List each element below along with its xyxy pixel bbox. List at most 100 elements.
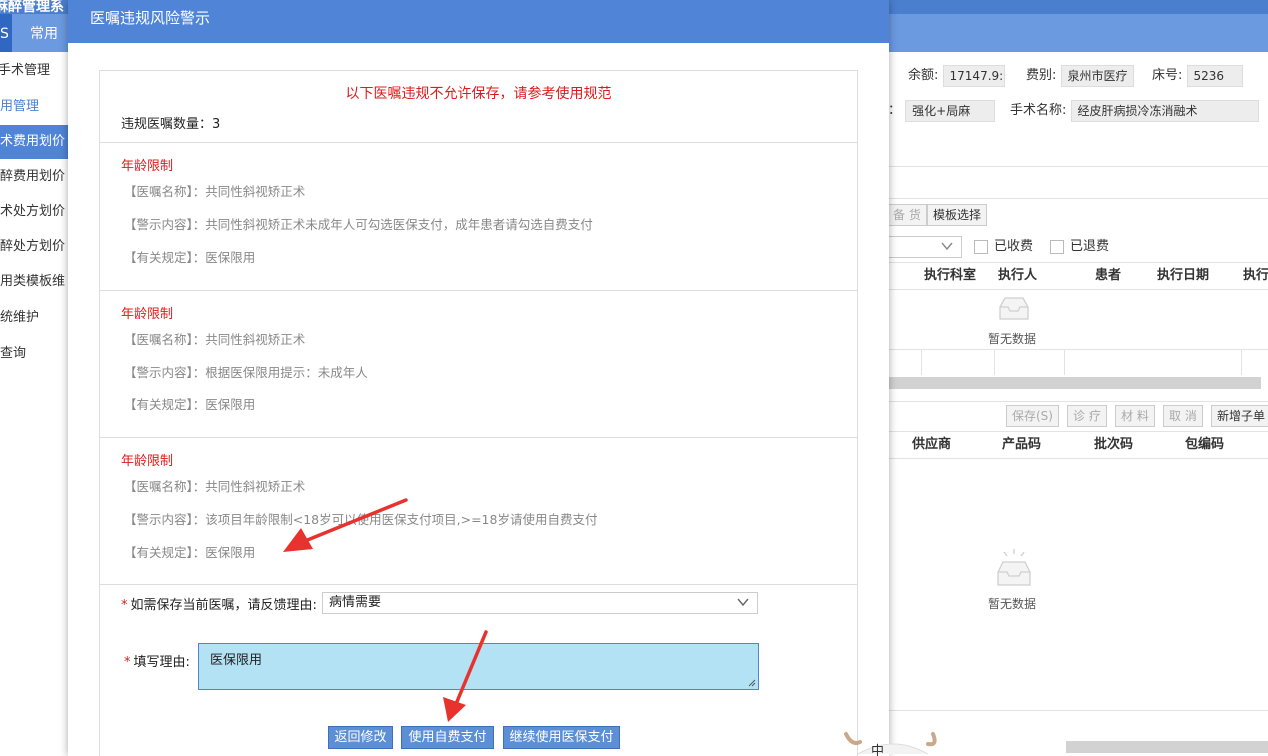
material-button[interactable]: 材 料 <box>1115 405 1155 427</box>
grid1-empty-text: 暂无数据 <box>988 332 1037 346</box>
sidebar-item-template-maintenance[interactable]: 使用类模板维 <box>0 265 70 299</box>
anesthesia-label: ： <box>888 103 902 118</box>
sidebar-item-anesthesia-fee-pricing[interactable]: 麻醉费用划价 <box>0 160 70 194</box>
grid2-col-batch-code[interactable]: 批次码 <box>1094 432 1133 458</box>
horizontal-scrollbar[interactable] <box>1066 741 1268 753</box>
reason-select-value: 病情需要 <box>329 595 382 610</box>
resize-grip-icon[interactable] <box>748 679 756 687</box>
grid2-col-product-code[interactable]: 产品码 <box>1002 432 1041 458</box>
grid2-col-package-code[interactable]: 包编码 <box>1185 432 1224 458</box>
reason-select-label: * 如需保存当前医嘱，请反馈理由: <box>121 598 317 613</box>
balance-row: 余额: 17147.9: <box>908 64 1005 88</box>
anesthesia-row: ： 强化+局麻 <box>888 99 996 123</box>
reason-textarea[interactable]: 医保限用 <box>198 643 759 690</box>
sidebar: 手术管理 费用管理 手术费用划价 麻醉费用划价 手术处方划价 麻醉处方划价 使用… <box>0 52 70 756</box>
grid-col-divider <box>1241 349 1242 375</box>
save-blocked-notice: 以下医嘱违规不允许保存，请参考使用规范 <box>345 86 612 102</box>
reason-text-label-text: 填写理由: <box>133 655 190 670</box>
grid1-col-patient[interactable]: 患者 <box>1095 263 1121 289</box>
warning-content: 【警示内容】：共同性斜视矫正术未成年人可勾选医保支付，成年患者请勾选自费支付 <box>124 217 593 232</box>
bed-row: 床号: 5236 <box>1152 64 1243 88</box>
sidebar-item-label: 使用类模板维 <box>0 274 66 289</box>
balance-label: 余额: <box>908 68 939 83</box>
warning-content: 【警示内容】：该项目年龄限制<18岁可以使用医保支付项目,>=18岁请使用自费支… <box>124 512 598 527</box>
cancel-button[interactable]: 取 消 <box>1163 405 1203 427</box>
grid1-col-executor[interactable]: 执行人 <box>998 263 1037 289</box>
save-button[interactable]: 保存(S) <box>1006 405 1059 427</box>
svg-text:中: 中 <box>871 744 884 756</box>
chevron-down-icon <box>737 598 749 607</box>
fee-type-value: 泉州市医疗 <box>1060 64 1134 87</box>
sidebar-item-surgery-mgmt[interactable]: 手术管理 <box>0 54 68 88</box>
surgery-name-label: 手术名称: <box>1010 103 1067 118</box>
grid1-col-exec[interactable]: 执行 <box>1243 263 1268 289</box>
back-to-edit-button[interactable]: 返回修改 <box>328 726 393 749</box>
sidebar-item-label: 手术费用划价 <box>0 134 66 149</box>
violation-section: 年龄限制 【医嘱名称】：共同性斜视矫正术 【警示内容】：根据医保限用提示：未成年… <box>100 290 857 437</box>
grid-row-border <box>888 349 1268 350</box>
grid-row-border <box>888 710 1268 711</box>
violation-type: 年龄限制 <box>121 307 174 322</box>
horizontal-scrollbar[interactable] <box>888 377 1261 389</box>
sidebar-item-system-maintenance[interactable]: 系统维护 <box>0 301 70 335</box>
sidebar-item-label: 手术处方划价 <box>0 204 66 219</box>
sidebar-item-surgery-fee-pricing[interactable]: 手术费用划价 <box>0 125 70 159</box>
tab-s[interactable]: S <box>0 14 12 52</box>
surgery-name-row: 手术名称: 经皮肝病损冷冻消融术 <box>1010 99 1259 123</box>
grid-col-divider <box>994 349 995 375</box>
floating-ime-widget[interactable]: 中 <box>838 728 953 756</box>
grid2-col-supplier[interactable]: 供应商 <box>912 432 951 458</box>
new-sub-order-button[interactable]: 新增子单 <box>1211 405 1268 427</box>
self-pay-button[interactable]: 使用自费支付 <box>401 726 494 749</box>
template-select-button[interactable]: 模板选择 <box>927 204 988 226</box>
diagnose-button[interactable]: 诊 疗 <box>1067 405 1107 427</box>
paid-checkbox[interactable] <box>974 239 988 254</box>
sidebar-item-label: 麻醉处方划价 <box>0 239 66 254</box>
surgery-name-value: 经皮肝病损冷冻消融术 <box>1070 99 1259 122</box>
grid2-header-border <box>888 458 1268 459</box>
grid-col-divider <box>1064 349 1065 375</box>
dialog-title: 医嘱违规风险警示 <box>68 0 889 43</box>
chevron-down-icon <box>941 242 953 251</box>
violation-count: 违规医嘱数量：3 <box>121 117 221 132</box>
anesthesia-value: 强化+局麻 <box>905 99 996 122</box>
reason-text-label: * 填写理由: <box>124 655 190 670</box>
order-name: 【医嘱名称】：共同性斜视矫正术 <box>124 332 306 347</box>
inbox-empty-icon <box>999 297 1029 320</box>
paid-filter[interactable]: 已收费 <box>974 235 1033 259</box>
order-name: 【医嘱名称】：共同性斜视矫正术 <box>124 479 306 494</box>
sidebar-item-label: 麻醉费用划价 <box>0 169 66 184</box>
sidebar-item-anesthesia-rx-pricing[interactable]: 麻醉处方划价 <box>0 230 70 264</box>
refunded-checkbox[interactable] <box>1050 239 1064 254</box>
grid1-col-dept[interactable]: 执行科室 <box>924 263 976 289</box>
bed-value: 5236 <box>1186 64 1243 87</box>
balance-value: 17147.9: <box>942 64 1005 87</box>
sidebar-item-fee-mgmt[interactable]: 费用管理 <box>0 90 57 124</box>
sidebar-item-query[interactable]: 查询 <box>0 337 70 371</box>
related-rule: 【有关规定】：医保限用 <box>124 397 256 412</box>
continue-insurance-pay-button[interactable]: 继续使用医保支付 <box>503 726 620 749</box>
main-content <box>888 52 1268 756</box>
stock-button[interactable]: 备 货 <box>888 204 927 226</box>
violation-type: 年龄限制 <box>121 454 174 469</box>
refunded-filter[interactable]: 已退费 <box>1050 235 1109 259</box>
bed-label: 床号: <box>1152 68 1183 83</box>
order-name: 【医嘱名称】：共同性斜视矫正术 <box>124 184 306 199</box>
divider <box>888 198 1268 199</box>
reason-select[interactable]: 病情需要 <box>322 592 758 614</box>
sidebar-item-surgery-rx-pricing[interactable]: 手术处方划价 <box>0 195 70 229</box>
violation-section: 年龄限制 【医嘱名称】：共同性斜视矫正术 【警示内容】：该项目年龄限制<18岁可… <box>100 437 857 585</box>
inbox-empty-icon <box>997 549 1031 586</box>
reason-text-value: 医保限用 <box>210 653 263 668</box>
paid-label: 已收费 <box>994 239 1034 254</box>
grid1-col-date[interactable]: 执行日期 <box>1157 263 1209 289</box>
warning-content: 【警示内容】：根据医保限用提示：未成年人 <box>124 365 368 380</box>
sidebar-item-label: 系统维护 <box>0 310 40 325</box>
refunded-label: 已退费 <box>1070 239 1110 254</box>
divider <box>888 401 1268 402</box>
fee-type-row: 费别: 泉州市医疗 <box>1026 64 1134 88</box>
tab-common[interactable]: 常用 <box>18 14 70 52</box>
grid-col-divider <box>921 349 922 375</box>
filter-select[interactable] <box>888 236 962 258</box>
grid-header-border <box>888 289 1268 290</box>
